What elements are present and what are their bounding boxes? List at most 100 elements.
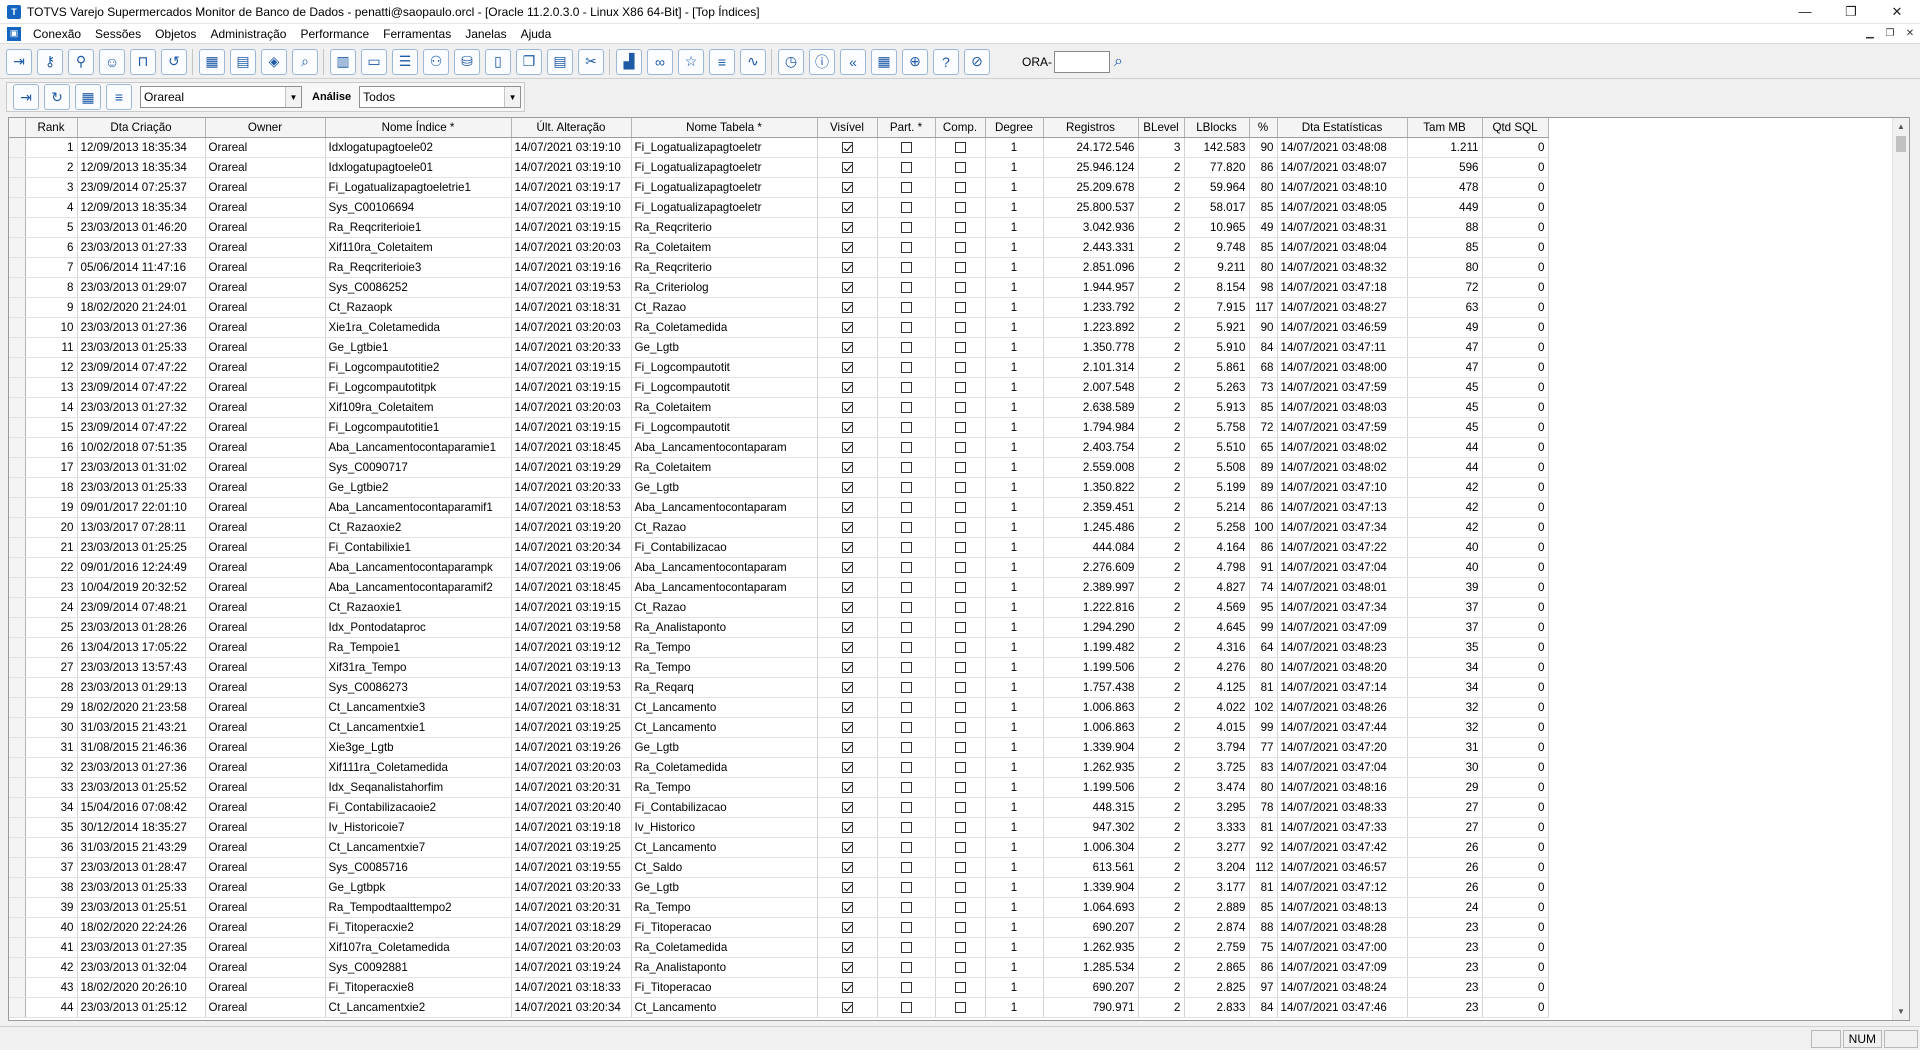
comp-checkbox[interactable]	[954, 961, 966, 973]
table-row[interactable]: 33 23/03/2013 01:25:52 Orareal Idx_Seqanali…	[9, 777, 1549, 798]
row-indicator[interactable]	[9, 997, 26, 1018]
visivel-checkbox[interactable]	[841, 321, 853, 333]
part-checkbox[interactable]	[900, 481, 912, 493]
comp-checkbox[interactable]	[954, 441, 966, 453]
part-checkbox[interactable]	[900, 661, 912, 673]
row-indicator[interactable]	[9, 457, 26, 478]
table-row[interactable]: 8 23/03/2013 01:29:07 Orareal Sys_C0086252 1…	[9, 277, 1549, 298]
visivel-checkbox[interactable]	[841, 901, 853, 913]
row-indicator[interactable]	[9, 597, 26, 618]
calendar-icon[interactable]: ▦	[199, 48, 225, 75]
part-checkbox[interactable]	[900, 441, 912, 453]
menu-objetos[interactable]: Objetos	[148, 27, 203, 41]
menu-janelas[interactable]: Janelas	[458, 27, 513, 41]
search-icon[interactable]: ⌕	[1114, 53, 1123, 71]
table-row[interactable]: 13 23/09/2014 07:47:22 Orareal Fi_Logcompau…	[9, 377, 1549, 398]
column-header-blevel[interactable]: BLevel	[1138, 118, 1185, 138]
part-checkbox[interactable]	[900, 961, 912, 973]
visivel-checkbox[interactable]	[841, 281, 853, 293]
column-header-lblocks[interactable]: LBlocks	[1184, 118, 1250, 138]
part-checkbox[interactable]	[900, 381, 912, 393]
part-checkbox[interactable]	[900, 181, 912, 193]
visivel-checkbox[interactable]	[841, 201, 853, 213]
exit-icon[interactable]: ⇥	[6, 48, 32, 75]
visivel-checkbox[interactable]	[841, 601, 853, 613]
mdi-minimize-icon[interactable]: ▁	[1860, 28, 1880, 39]
lock-icon[interactable]: ⊓	[130, 48, 156, 75]
key-icon[interactable]: ⚷	[37, 48, 63, 75]
comp-checkbox[interactable]	[954, 201, 966, 213]
part-checkbox[interactable]	[900, 241, 912, 253]
visivel-checkbox[interactable]	[841, 361, 853, 373]
part-checkbox[interactable]	[900, 341, 912, 353]
part-checkbox[interactable]	[900, 721, 912, 733]
part-checkbox[interactable]	[900, 581, 912, 593]
visivel-checkbox[interactable]	[841, 621, 853, 633]
table-row[interactable]: 43 18/02/2020 20:26:10 Orareal Fi_Titoperac…	[9, 977, 1549, 998]
comp-checkbox[interactable]	[954, 881, 966, 893]
row-indicator[interactable]	[9, 757, 26, 778]
report-icon[interactable]: ▥	[330, 48, 356, 75]
comp-checkbox[interactable]	[954, 421, 966, 433]
row-indicator[interactable]	[9, 897, 26, 918]
visivel-checkbox[interactable]	[841, 581, 853, 593]
visivel-checkbox[interactable]	[841, 341, 853, 353]
visivel-checkbox[interactable]	[841, 241, 853, 253]
table-row[interactable]: 18 23/03/2013 01:25:33 Orareal Ge_Lgtbie2 14…	[9, 477, 1549, 498]
part-checkbox[interactable]	[900, 641, 912, 653]
part-checkbox[interactable]	[900, 301, 912, 313]
part-checkbox[interactable]	[900, 701, 912, 713]
documents-icon[interactable]: ❐	[516, 48, 542, 75]
visivel-checkbox[interactable]	[841, 681, 853, 693]
chevron-down-icon[interactable]: ▼	[504, 87, 521, 107]
history-icon[interactable]: ↺	[161, 48, 187, 75]
magnifier-icon[interactable]: ⌕	[292, 48, 318, 75]
comp-checkbox[interactable]	[954, 581, 966, 593]
table-row[interactable]: 5 23/03/2013 01:46:20 Orareal Ra_Reqcriteri…	[9, 217, 1549, 238]
part-checkbox[interactable]	[900, 501, 912, 513]
part-checkbox[interactable]	[900, 281, 912, 293]
visivel-checkbox[interactable]	[841, 561, 853, 573]
visivel-checkbox[interactable]	[841, 801, 853, 813]
column-header-visivel[interactable]: Visível	[817, 118, 878, 138]
comp-checkbox[interactable]	[954, 461, 966, 473]
row-indicator[interactable]	[9, 797, 26, 818]
table-row[interactable]: 25 23/03/2013 01:28:26 Orareal Idx_Pontodat…	[9, 617, 1549, 638]
info-icon[interactable]: ⓘ	[809, 48, 835, 75]
row-indicator[interactable]	[9, 137, 26, 158]
table-row[interactable]: 36 31/03/2015 21:43:29 Orareal Ct_Lancament…	[9, 837, 1549, 858]
table-row[interactable]: 44 23/03/2013 01:25:12 Orareal Ct_Lancament…	[9, 997, 1549, 1018]
part-checkbox[interactable]	[900, 541, 912, 553]
clock-icon[interactable]: ◷	[778, 48, 804, 75]
comp-checkbox[interactable]	[954, 521, 966, 533]
row-indicator[interactable]	[9, 337, 26, 358]
row-indicator[interactable]	[9, 417, 26, 438]
tuning-icon[interactable]: ☰	[392, 48, 418, 75]
row-indicator[interactable]	[9, 557, 26, 578]
table-row[interactable]: 41 23/03/2013 01:27:35 Orareal Xif107ra_Col…	[9, 937, 1549, 958]
comp-checkbox[interactable]	[954, 681, 966, 693]
table-row[interactable]: 19 09/01/2017 22:01:10 Orareal Aba_Lancamen…	[9, 497, 1549, 518]
row-indicator[interactable]	[9, 777, 26, 798]
link-icon[interactable]: ∞	[647, 48, 673, 75]
row-indicator[interactable]	[9, 937, 26, 958]
part-checkbox[interactable]	[900, 601, 912, 613]
document-icon[interactable]: ▯	[485, 48, 511, 75]
mdi-close-icon[interactable]: ✕	[1900, 28, 1920, 39]
exit-icon[interactable]: ⇥	[13, 84, 39, 110]
row-indicator[interactable]	[9, 617, 26, 638]
calendar-config-icon[interactable]: ▤	[230, 48, 256, 75]
visivel-checkbox[interactable]	[841, 641, 853, 653]
table-row[interactable]: 3 23/09/2014 07:25:37 Orareal Fi_Logatualiz…	[9, 177, 1549, 198]
table-row[interactable]: 7 05/06/2014 11:47:16 Orareal Ra_Reqcriteri…	[9, 257, 1549, 278]
comp-checkbox[interactable]	[954, 941, 966, 953]
visivel-checkbox[interactable]	[841, 441, 853, 453]
part-checkbox[interactable]	[900, 361, 912, 373]
comp-checkbox[interactable]	[954, 221, 966, 233]
part-checkbox[interactable]	[900, 981, 912, 993]
table-row[interactable]: 35 30/12/2014 18:35:27 Orareal Iv_Historico…	[9, 817, 1549, 838]
table-row[interactable]: 22 09/01/2016 12:24:49 Orareal Aba_Lancamen…	[9, 557, 1549, 578]
table-row[interactable]: 17 23/03/2013 01:31:02 Orareal Sys_C0090717…	[9, 457, 1549, 478]
table-row[interactable]: 20 13/03/2017 07:28:11 Orareal Ct_Razaoxie2…	[9, 517, 1549, 538]
row-indicator[interactable]	[9, 257, 26, 278]
